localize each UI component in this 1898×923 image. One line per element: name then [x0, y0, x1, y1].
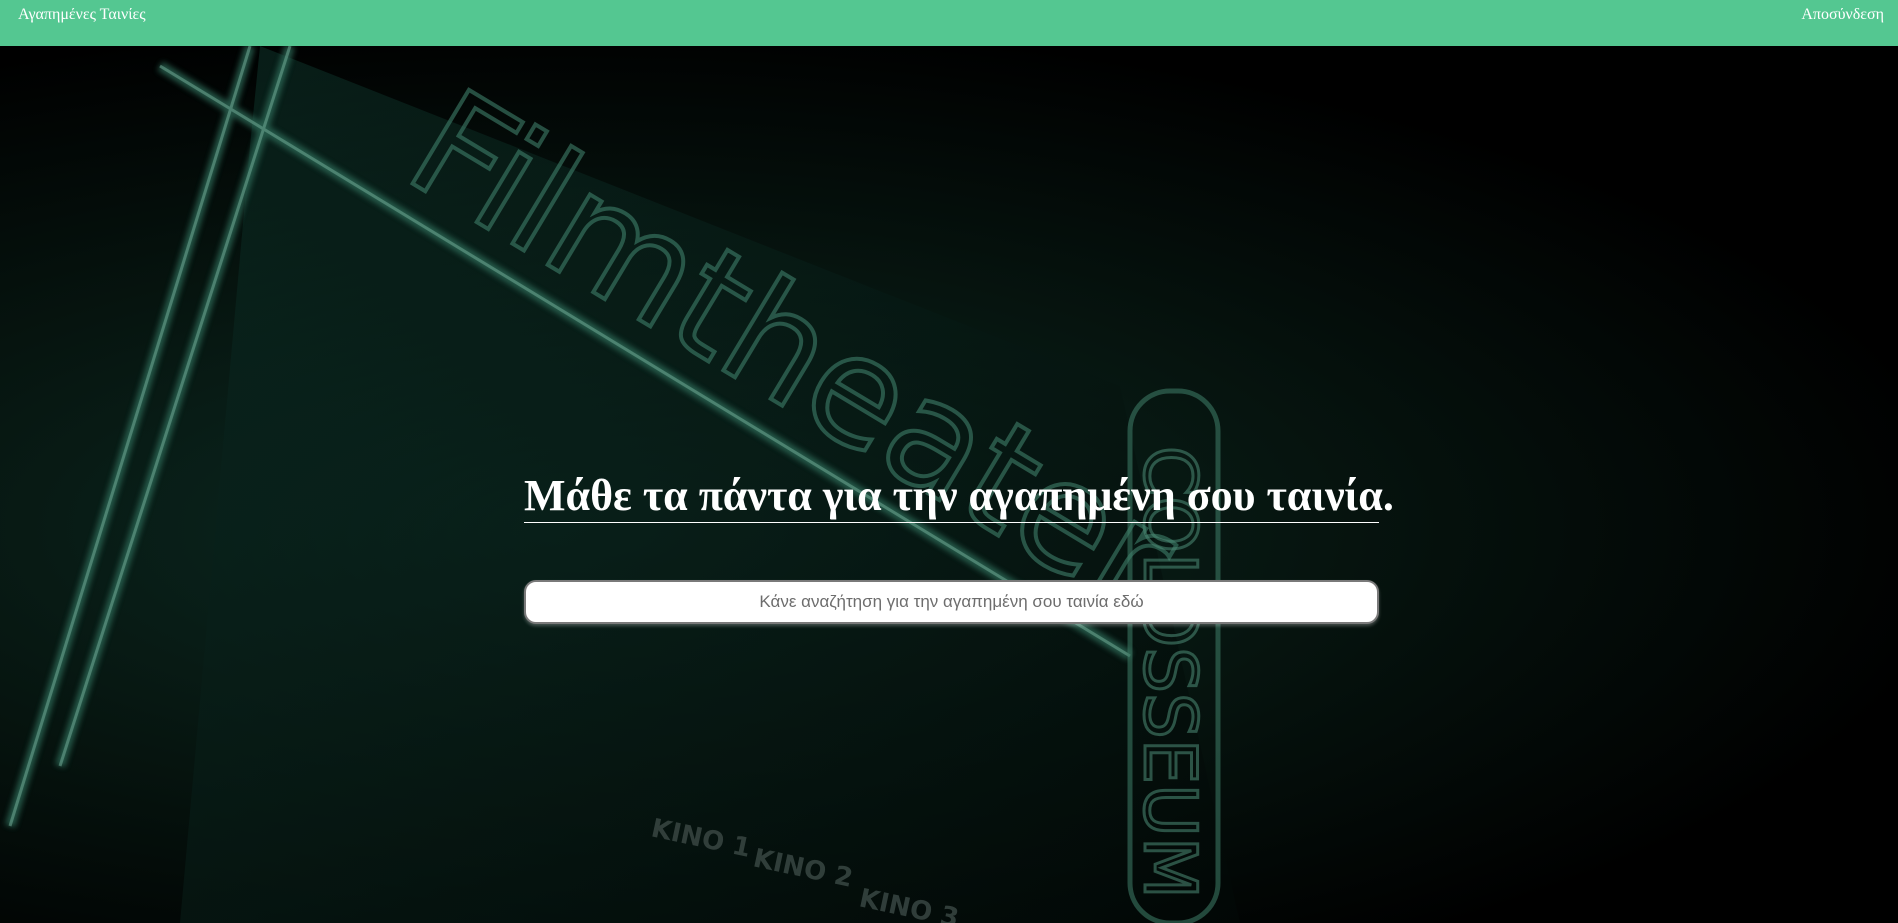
logout-link[interactable]: Αποσύνδεση	[1801, 6, 1884, 24]
brand-link[interactable]: Αγαπημένες Ταινίες	[18, 6, 146, 24]
movie-search-input[interactable]	[524, 580, 1379, 624]
top-navbar: Αγαπημένες Ταινίες Αποσύνδεση	[0, 0, 1898, 46]
hero-title: Μάθε τα πάντα για την αγαπημένη σου ταιν…	[524, 470, 1394, 523]
hero-section: Filmtheater COLOSSEUM KINO 1 KINO 2 KINO…	[0, 46, 1898, 923]
